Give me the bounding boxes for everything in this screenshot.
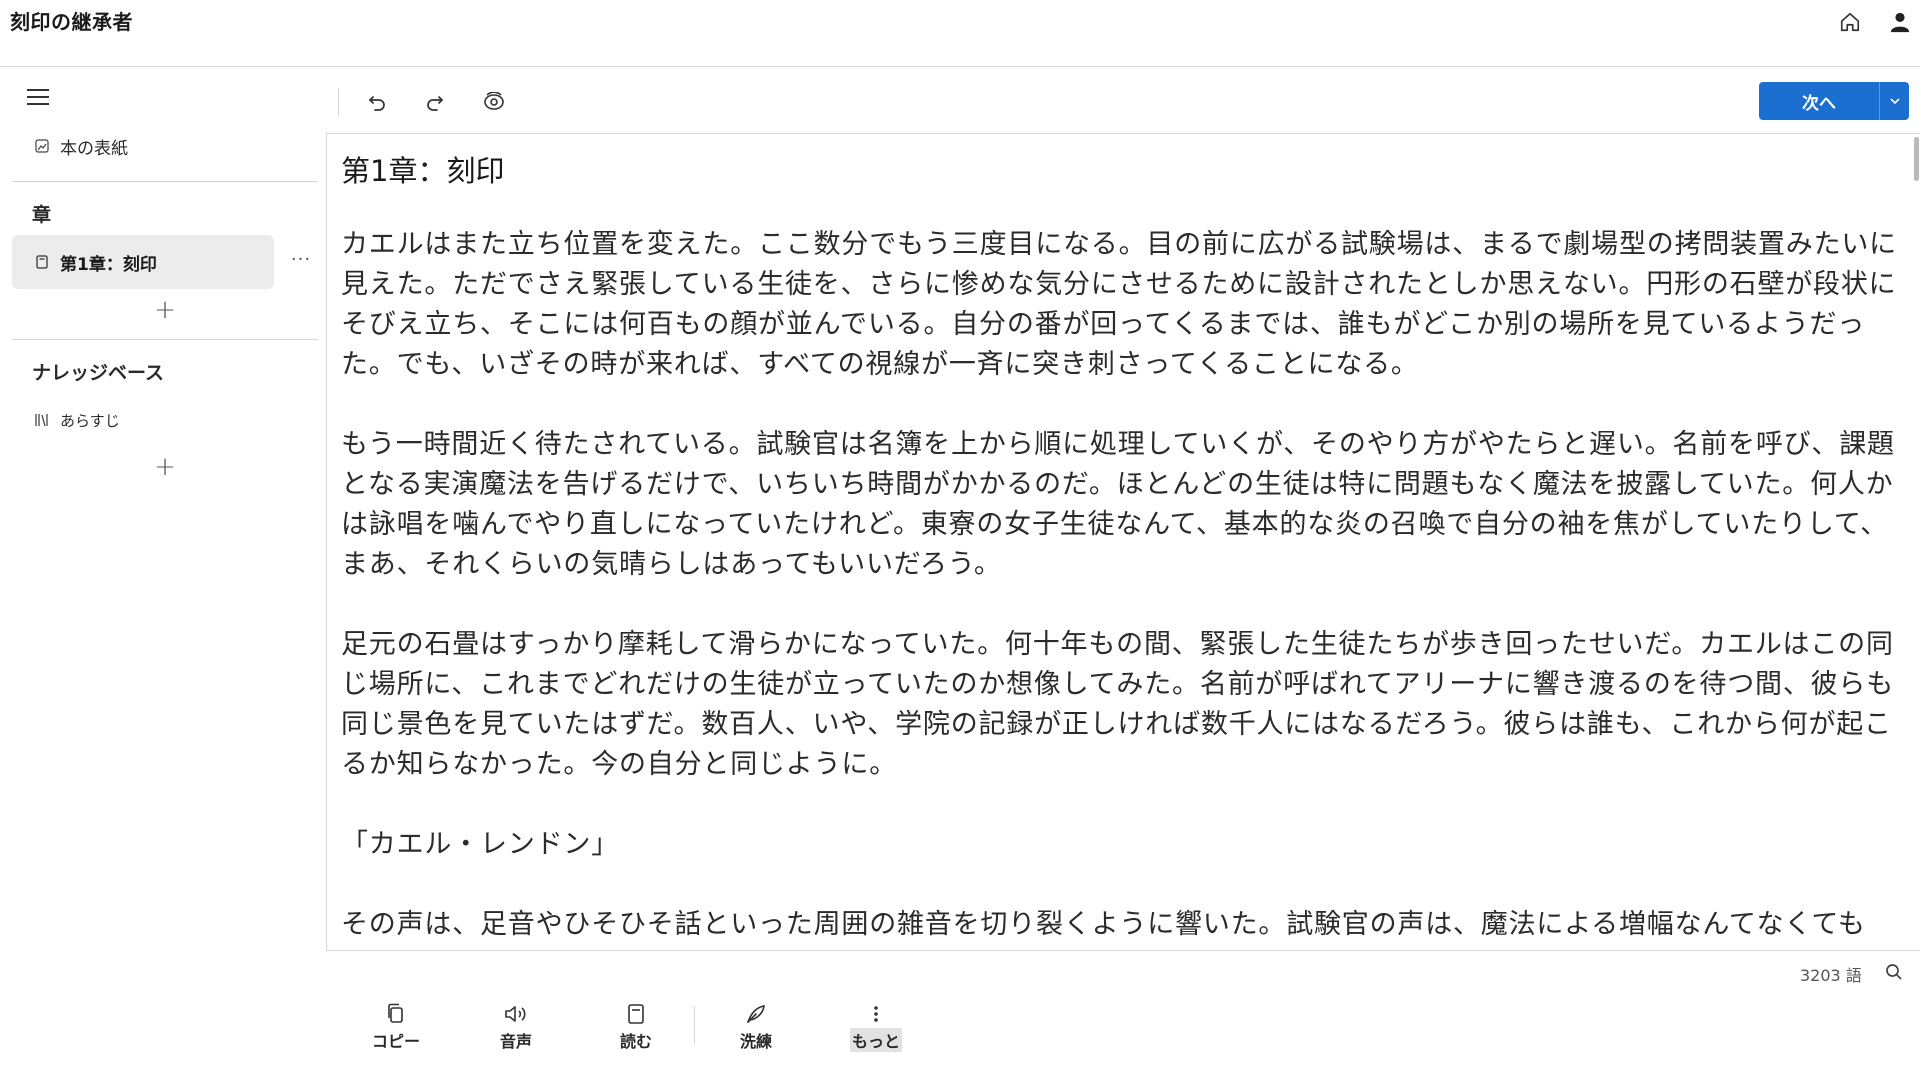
- document-icon: [34, 254, 50, 270]
- search-icon[interactable]: [1882, 960, 1906, 984]
- audio-button[interactable]: 音声: [476, 1000, 556, 1052]
- read-button[interactable]: 読む: [596, 1000, 676, 1052]
- undo-icon[interactable]: [359, 84, 395, 120]
- quill-icon: [742, 1000, 770, 1027]
- top-bar: 刻印の継承者: [0, 0, 1920, 67]
- app-title: 刻印の継承者: [10, 10, 133, 34]
- book-icon: [622, 1000, 650, 1027]
- chapters-heading: 章: [32, 204, 52, 226]
- chapter-more-button[interactable]: ···: [286, 249, 316, 273]
- sidebar-item-chapter-1[interactable]: 第1章：刻印: [12, 235, 274, 289]
- sidebar: 本の表紙 章 第1章：刻印 ··· + ナレッジベース あらすじ +: [0, 67, 330, 1080]
- sidebar-item-cover[interactable]: 本の表紙: [12, 119, 274, 173]
- audio-label: 音声: [499, 1032, 532, 1051]
- chapter-body[interactable]: カエルはまた立ち位置を変えた。ここ数分でもう三度目になる。目の前に広がる試験場は…: [341, 225, 1901, 950]
- copy-button[interactable]: コピー: [356, 1000, 436, 1052]
- toolbar-divider: [338, 88, 339, 116]
- paragraph[interactable]: その声は、足音やひそひそ話といった周囲の雑音を切り裂くように響いた。試験官の声は…: [341, 905, 1901, 945]
- paragraph[interactable]: 足元の石畳はすっかり摩耗して滑らかになっていた。何十年もの間、緊張した生徒たちが…: [341, 625, 1901, 785]
- library-icon: [34, 412, 50, 428]
- sidebar-item-label: 本の表紙: [60, 138, 128, 159]
- more-button[interactable]: もっと: [836, 1000, 916, 1052]
- next-button[interactable]: 次へ: [1759, 82, 1879, 120]
- more-vertical-icon: [862, 1000, 890, 1027]
- add-chapter-button[interactable]: +: [150, 295, 180, 325]
- copy-label: コピー: [371, 1032, 420, 1051]
- chapter-title[interactable]: 第1章：刻印: [341, 148, 504, 190]
- chevron-down-icon: [1889, 98, 1900, 105]
- refine-button[interactable]: 洗練: [716, 1000, 796, 1052]
- sidebar-item-label: 第1章：刻印: [60, 254, 157, 275]
- divider: [12, 181, 318, 182]
- next-dropdown-button[interactable]: [1879, 82, 1909, 120]
- editor-scrollbar[interactable]: [1914, 137, 1919, 181]
- home-icon[interactable]: [1834, 6, 1866, 38]
- more-label: もっと: [849, 1028, 902, 1052]
- user-icon[interactable]: [1884, 6, 1916, 38]
- word-count: 3203 語: [1800, 966, 1862, 985]
- image-icon: [34, 138, 50, 154]
- knowledge-base-heading: ナレッジベース: [32, 362, 165, 384]
- copy-icon: [382, 1000, 410, 1027]
- divider: [12, 339, 318, 340]
- paragraph[interactable]: カエルはまた立ち位置を変えた。ここ数分でもう三度目になる。目の前に広がる試験場は…: [341, 225, 1901, 385]
- sidebar-item-label: あらすじ: [60, 411, 120, 430]
- paragraph[interactable]: 「カエル・レンドン」: [341, 825, 1901, 865]
- hamburger-menu-icon[interactable]: [24, 83, 52, 111]
- editor-area[interactable]: 第1章：刻印 カエルはまた立ち位置を変えた。ここ数分でもう三度目になる。目の前に…: [326, 133, 1920, 951]
- read-label: 読む: [619, 1032, 652, 1051]
- action-divider: [694, 1006, 695, 1044]
- speaker-icon: [502, 1000, 530, 1027]
- paragraph[interactable]: もう一時間近く待たされている。試験官は名簿を上から順に処理していくが、そのやり方…: [341, 425, 1901, 585]
- add-knowledge-button[interactable]: +: [150, 452, 180, 482]
- refine-label: 洗練: [739, 1032, 772, 1051]
- redo-icon[interactable]: [417, 84, 453, 120]
- sidebar-item-synopsis[interactable]: あらすじ: [12, 393, 274, 447]
- preview-icon[interactable]: [476, 84, 512, 120]
